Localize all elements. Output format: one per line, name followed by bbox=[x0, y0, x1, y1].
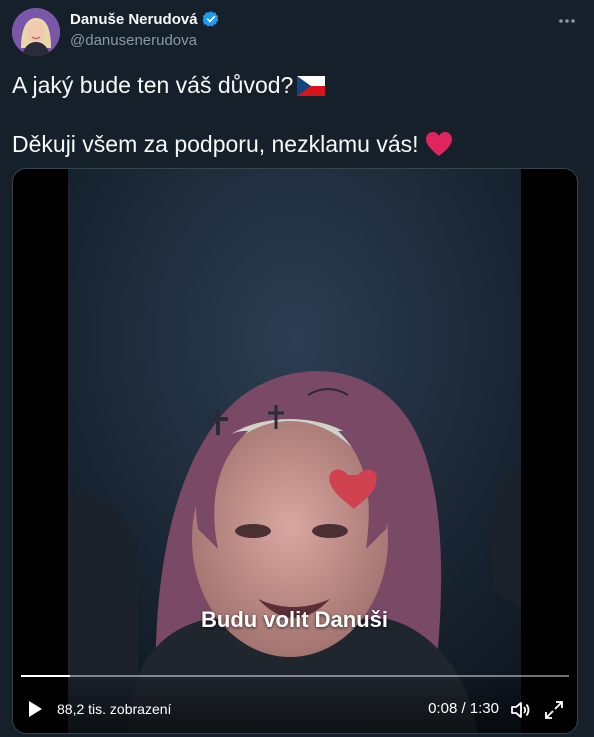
verified-badge-icon bbox=[202, 10, 220, 28]
progress-fill bbox=[21, 675, 70, 677]
red-heart-icon bbox=[425, 131, 453, 164]
tweet-line-2: Děkuji všem za podporu, nezklamu vás! bbox=[12, 129, 572, 164]
play-icon[interactable] bbox=[25, 699, 45, 719]
progress-bar[interactable] bbox=[21, 675, 569, 677]
video-time: 0:08 / 1:30 bbox=[428, 700, 499, 717]
tweet-text: A jaký bude ten váš důvod? Děkuji všem z… bbox=[12, 70, 572, 164]
czech-flag-icon bbox=[297, 73, 326, 103]
video-controls: 88,2 tis. zobrazení 0:08 / 1:30 bbox=[13, 669, 577, 733]
tweet-line-1-text: A jaký bude ten váš důvod? bbox=[12, 72, 294, 98]
display-name[interactable]: Danuše Nerudová bbox=[70, 11, 198, 28]
video-caption: Budu volit Danuši bbox=[201, 607, 388, 632]
video-still bbox=[68, 169, 521, 733]
handle[interactable]: @danusenerudova bbox=[70, 32, 197, 49]
more-dots-icon[interactable] bbox=[556, 10, 578, 32]
tweet-line-1: A jaký bude ten váš důvod? bbox=[12, 70, 572, 103]
name-row: Danuše Nerudová bbox=[70, 10, 220, 28]
video-frame[interactable]: Budu volit Danuši bbox=[68, 169, 521, 733]
volume-icon[interactable] bbox=[509, 699, 531, 721]
view-count: 88,2 tis. zobrazení bbox=[57, 701, 172, 717]
avatar[interactable] bbox=[12, 8, 60, 56]
tweet-line-2-text: Děkuji všem za podporu, nezklamu vás! bbox=[12, 131, 419, 157]
video-player[interactable]: Budu volit Danuši 88,2 tis. zobrazení 0:… bbox=[12, 168, 578, 734]
fullscreen-icon[interactable] bbox=[543, 699, 565, 721]
tweet: Danuše Nerudová @danusenerudova A jaký b… bbox=[0, 0, 594, 737]
